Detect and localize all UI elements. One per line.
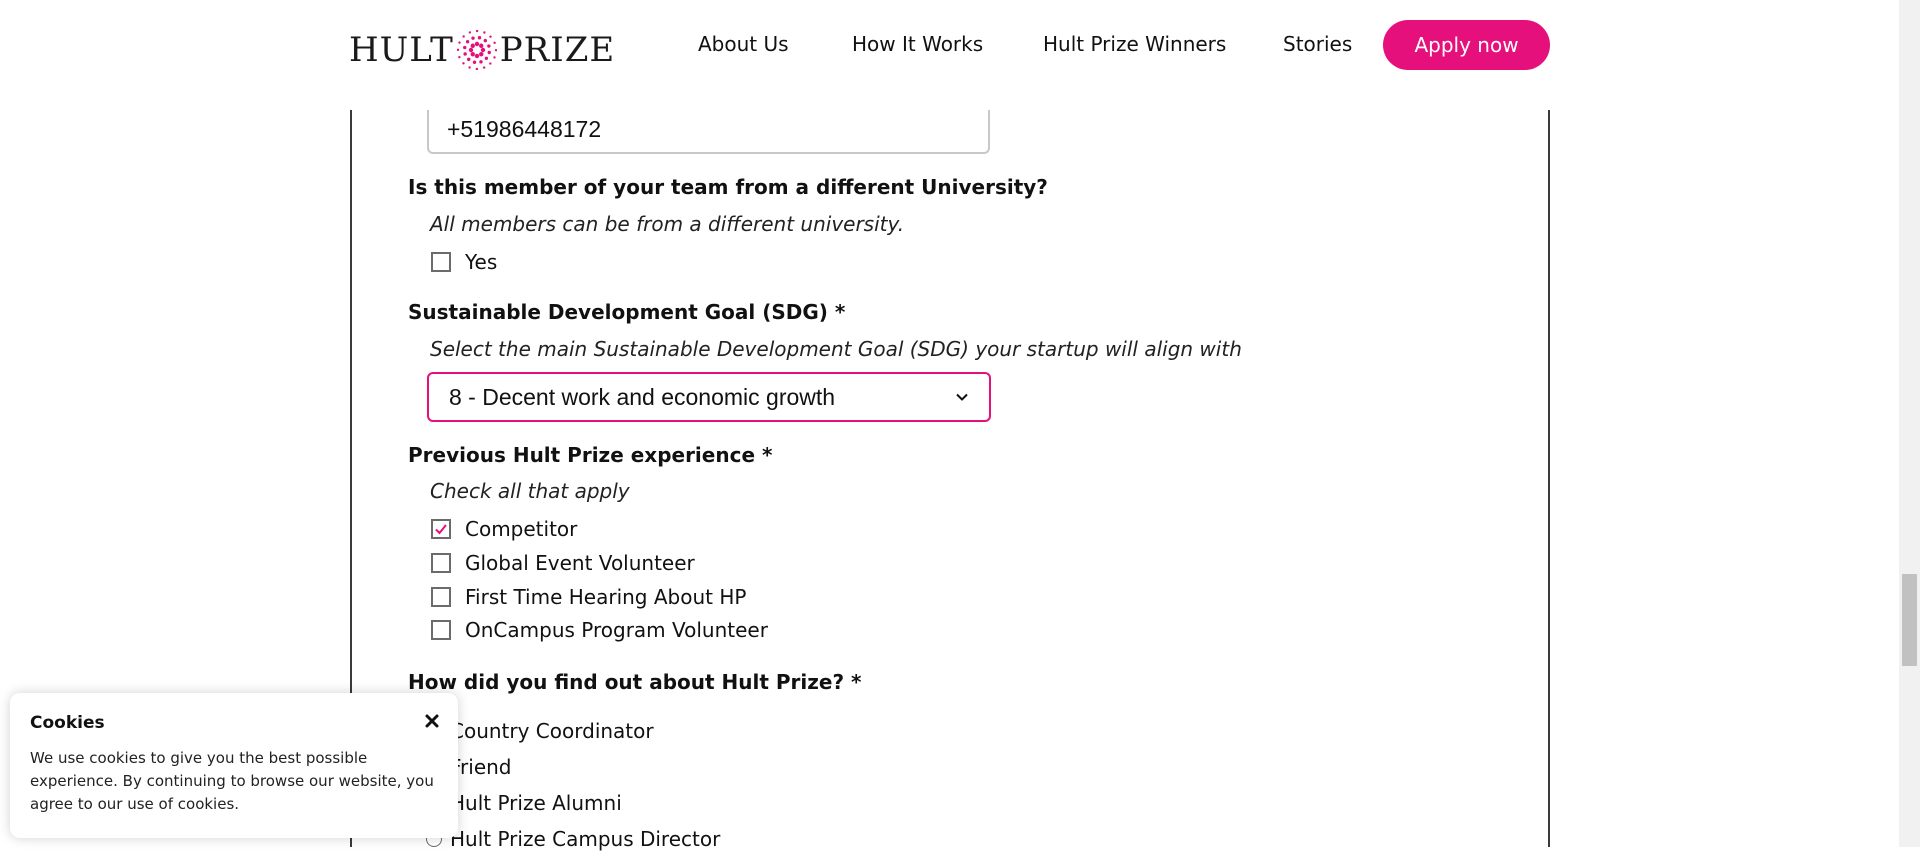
experience-option-label: OnCampus Program Volunteer <box>465 618 768 642</box>
phone-value: +51986448172 <box>447 115 602 142</box>
different-university-option[interactable]: Yes <box>431 250 497 274</box>
experience-checkbox-global-event-volunteer[interactable] <box>431 553 451 573</box>
different-university-checkbox[interactable] <box>431 252 451 272</box>
sdg-selected-value: 8 - Decent work and economic growth <box>449 383 836 410</box>
site-header: HULT PRIZE About Us How It Works Hult Pr… <box>0 0 1899 110</box>
phone-input[interactable]: +51986448172 <box>427 106 990 154</box>
nav-stories[interactable]: Stories <box>1283 32 1352 56</box>
nav-hult-prize-winners[interactable]: Hult Prize Winners <box>1043 32 1226 56</box>
experience-question: Previous Hult Prize experience * <box>408 443 773 467</box>
checkmark-icon <box>435 524 447 535</box>
scrollbar-track[interactable] <box>1899 0 1920 847</box>
found-out-question: How did you find out about Hult Prize? * <box>408 670 862 694</box>
found-out-option-campus-director[interactable]: Hult Prize Campus Director <box>426 826 720 852</box>
different-university-hint: All members can be from a different univ… <box>430 212 905 236</box>
found-out-option-country-coordinator[interactable]: Country Coordinator <box>426 718 654 744</box>
starburst-logo-icon <box>456 30 497 70</box>
experience-hint: Check all that apply <box>430 479 630 503</box>
experience-checkbox-competitor[interactable] <box>431 519 451 539</box>
sdg-select[interactable]: 8 - Decent work and economic growth <box>427 372 991 422</box>
hult-prize-logo[interactable]: HULT PRIZE <box>349 28 615 72</box>
cookie-banner: Cookies We use cookies to give you the b… <box>10 693 458 838</box>
different-university-question: Is this member of your team from a diffe… <box>408 175 1048 199</box>
sdg-question: Sustainable Development Goal (SDG) * <box>408 300 846 324</box>
nav-how-it-works[interactable]: How It Works <box>852 32 983 56</box>
experience-checkbox-first-time-hearing[interactable] <box>431 587 451 607</box>
logo-text-left: HULT <box>349 30 454 70</box>
apply-now-button[interactable]: Apply now <box>1383 20 1550 70</box>
experience-option-label: First Time Hearing About HP <box>465 585 747 609</box>
sdg-hint: Select the main Sustainable Development … <box>430 337 1242 361</box>
scrollbar-thumb[interactable] <box>1902 574 1917 666</box>
found-out-option-label: Hult Prize Campus Director <box>450 827 721 851</box>
experience-option-oncampus-volunteer[interactable]: OnCampus Program Volunteer <box>431 618 768 642</box>
experience-option-competitor[interactable]: Competitor <box>431 517 577 541</box>
found-out-option-label: Country Coordinator <box>450 719 654 743</box>
experience-option-label: Competitor <box>465 517 578 541</box>
cookie-text: We use cookies to give you the best poss… <box>30 749 434 813</box>
form-frame-right <box>1548 110 1550 847</box>
experience-option-global-event-volunteer[interactable]: Global Event Volunteer <box>431 551 695 575</box>
close-icon[interactable] <box>422 711 442 731</box>
nav-about-us[interactable]: About Us <box>698 32 789 56</box>
found-out-option-label: Friend <box>450 755 512 779</box>
experience-option-first-time-hearing[interactable]: First Time Hearing About HP <box>431 585 746 609</box>
cookie-title: Cookies <box>30 713 105 733</box>
experience-checkbox-oncampus-volunteer[interactable] <box>431 620 451 640</box>
different-university-option-label: Yes <box>465 250 498 274</box>
found-out-option-label: Hult Prize Alumni <box>450 791 622 815</box>
experience-option-label: Global Event Volunteer <box>465 551 695 575</box>
chevron-down-icon <box>956 393 968 401</box>
logo-text-right: PRIZE <box>499 30 616 70</box>
